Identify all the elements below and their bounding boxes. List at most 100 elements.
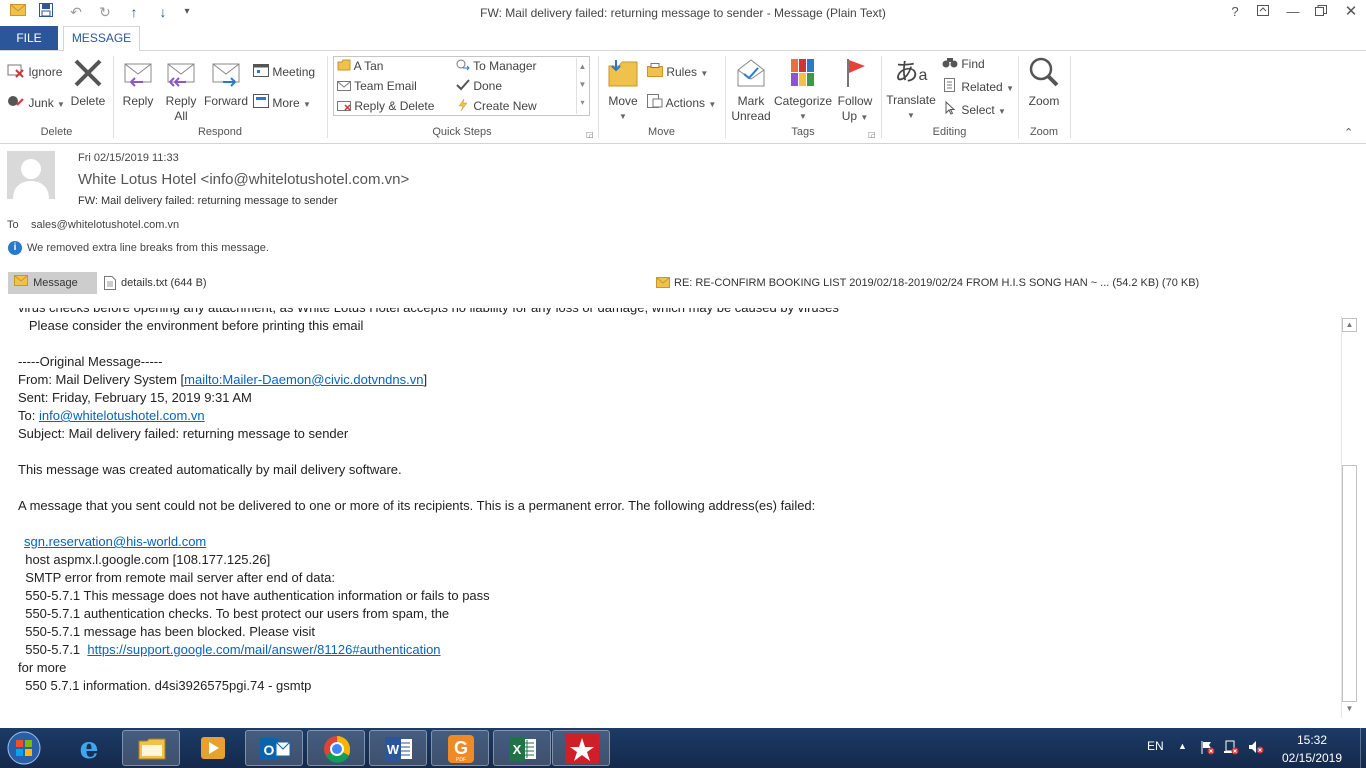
- help-button[interactable]: ?: [1220, 2, 1250, 22]
- quick-step-done[interactable]: Done: [456, 76, 502, 96]
- word-icon[interactable]: W: [369, 730, 427, 766]
- related-icon: [942, 77, 958, 98]
- failed-address-link[interactable]: sgn.reservation@his-world.com: [24, 534, 206, 549]
- attachment-message-tab[interactable]: Message: [8, 272, 97, 294]
- tab-message[interactable]: MESSAGE: [63, 26, 140, 51]
- to-recipient[interactable]: sales@whitelotushotel.com.vn: [31, 219, 179, 231]
- text-file-icon: [104, 276, 116, 293]
- body-line: This message was created automatically b…: [18, 462, 402, 477]
- volume-muted-icon[interactable]: [1248, 739, 1264, 758]
- find-button[interactable]: Find: [942, 54, 985, 74]
- red-star-app-icon[interactable]: [552, 730, 610, 766]
- body-sent-line: Sent: Friday, February 15, 2019 9:31 AM: [18, 390, 252, 405]
- window-title: FW: Mail delivery failed: returning mess…: [480, 6, 886, 20]
- actions-button[interactable]: Actions ▼: [647, 93, 716, 113]
- ribbon-display-options-icon[interactable]: [1248, 2, 1278, 22]
- body-line: 550-5.7.1 authentication checks. To best…: [18, 606, 450, 621]
- meeting-button[interactable]: Meeting: [253, 62, 315, 82]
- outlook-taskbar-icon[interactable]: O: [245, 730, 303, 766]
- attachment-booking-list[interactable]: RE: RE-CONFIRM BOOKING LIST 2019/02/18-2…: [674, 277, 1199, 289]
- quick-step-a-tan[interactable]: A Tan: [337, 56, 383, 76]
- quick-steps-scroll[interactable]: ▲ ▼ ▾: [576, 58, 588, 114]
- show-desktop-button[interactable]: [1360, 728, 1366, 768]
- folder-arrow-icon: [337, 57, 351, 77]
- svg-text:O: O: [264, 742, 275, 758]
- body-line: 550-5.7.1 message has been blocked. Plea…: [18, 624, 316, 639]
- related-button[interactable]: Related ▼: [942, 77, 1014, 97]
- pdf-reader-icon[interactable]: G PDF: [431, 730, 489, 766]
- previous-item-icon[interactable]: ↑: [124, 2, 144, 22]
- follow-up-button[interactable]: Follow Up ▼: [834, 56, 876, 125]
- chrome-icon[interactable]: [307, 730, 365, 766]
- collapse-ribbon-icon[interactable]: ⌃: [1344, 126, 1353, 139]
- scroll-down-icon[interactable]: ▼: [1342, 703, 1357, 717]
- team-email-icon: [337, 77, 351, 97]
- save-icon[interactable]: [36, 2, 56, 22]
- body-line: virus checks before opening any attachme…: [18, 308, 1338, 317]
- start-button[interactable]: [4, 730, 44, 766]
- categorize-button[interactable]: Categorize ▼: [774, 56, 832, 124]
- message-sender[interactable]: White Lotus Hotel <info@whitelotushotel.…: [78, 171, 409, 188]
- info-email-link[interactable]: info@whitelotushotel.com.vn: [39, 408, 205, 423]
- media-player-icon[interactable]: [184, 730, 242, 766]
- restore-icon[interactable]: [1306, 2, 1336, 22]
- quick-step-create-new[interactable]: Create New: [456, 96, 537, 116]
- file-explorer-icon[interactable]: [122, 730, 180, 766]
- dialog-launcher-icon[interactable]: ◲: [586, 130, 594, 139]
- customize-qat-icon[interactable]: ▾: [177, 2, 197, 22]
- body-from-line: From: Mail Delivery System [mailto:Maile…: [18, 372, 428, 387]
- body-line: 550 5.7.1 information. d4si3926575pgi.74…: [18, 678, 312, 693]
- group-separator: [1070, 56, 1071, 138]
- reply-button[interactable]: Reply: [118, 56, 158, 109]
- envelope-icon: [656, 277, 670, 291]
- reply-all-button[interactable]: Reply All: [161, 56, 201, 124]
- info-notice[interactable]: We removed extra line breaks from this m…: [27, 242, 269, 254]
- dialog-launcher-icon[interactable]: ◲: [868, 130, 876, 139]
- envelope-icon: [14, 272, 28, 294]
- forward-button[interactable]: Forward: [203, 56, 249, 109]
- excel-icon[interactable]: X: [493, 730, 551, 766]
- more-icon: [253, 93, 269, 114]
- group-label-tags: Tags: [791, 126, 815, 138]
- translate-button[interactable]: あa Translate ▼: [885, 56, 937, 123]
- redo-icon[interactable]: ↻: [95, 2, 115, 22]
- rules-icon: [647, 62, 663, 83]
- quick-step-reply-delete[interactable]: Reply & Delete: [337, 96, 434, 116]
- language-indicator[interactable]: EN: [1147, 739, 1164, 753]
- lightning-icon: [456, 97, 470, 117]
- junk-icon: [7, 93, 25, 115]
- minimize-icon[interactable]: —: [1278, 2, 1308, 22]
- body-blank: [18, 443, 1338, 461]
- close-icon[interactable]: ✕: [1336, 2, 1366, 22]
- rules-button[interactable]: Rules ▼: [647, 62, 708, 82]
- body-blank: [18, 515, 1338, 533]
- network-icon[interactable]: [1223, 739, 1239, 758]
- mark-unread-button[interactable]: Mark Unread: [730, 56, 772, 124]
- select-button[interactable]: Select ▼: [942, 100, 1006, 120]
- google-support-link[interactable]: https://support.google.com/mail/answer/8…: [87, 642, 440, 657]
- quick-step-team-email[interactable]: Team Email: [337, 76, 417, 96]
- action-center-flag-icon[interactable]: [1199, 739, 1215, 758]
- clock-date[interactable]: 02/15/2019: [1270, 751, 1354, 765]
- quick-step-to-manager[interactable]: To Manager: [456, 56, 537, 76]
- internet-explorer-icon[interactable]: e: [60, 730, 118, 766]
- undo-icon[interactable]: ↶: [66, 2, 86, 22]
- group-label-quick-steps: Quick Steps: [432, 126, 492, 138]
- clock-time[interactable]: 15:32: [1270, 733, 1354, 747]
- scroll-up-icon[interactable]: ▲: [1342, 318, 1357, 332]
- mailer-daemon-link[interactable]: mailto:Mailer-Daemon@civic.dotvndns.vn: [184, 372, 423, 387]
- attachment-details-txt[interactable]: details.txt (644 B): [121, 277, 207, 289]
- more-respond-button[interactable]: More ▼: [253, 93, 311, 113]
- junk-button[interactable]: Junk ▼: [7, 93, 65, 113]
- zoom-button[interactable]: Zoom: [1022, 56, 1066, 109]
- tab-file[interactable]: FILE: [0, 26, 58, 50]
- actions-icon: [647, 93, 663, 114]
- next-item-icon[interactable]: ↓: [153, 2, 173, 22]
- ignore-button[interactable]: Ignore: [7, 62, 62, 82]
- show-hidden-icons[interactable]: ▲: [1178, 741, 1187, 751]
- categorize-icon: [774, 56, 832, 94]
- message-body[interactable]: virus checks before opening any attachme…: [18, 308, 1338, 720]
- delete-button[interactable]: Delete: [68, 56, 108, 109]
- scrollbar-thumb[interactable]: [1342, 465, 1357, 702]
- move-button[interactable]: Move ▼: [604, 56, 642, 124]
